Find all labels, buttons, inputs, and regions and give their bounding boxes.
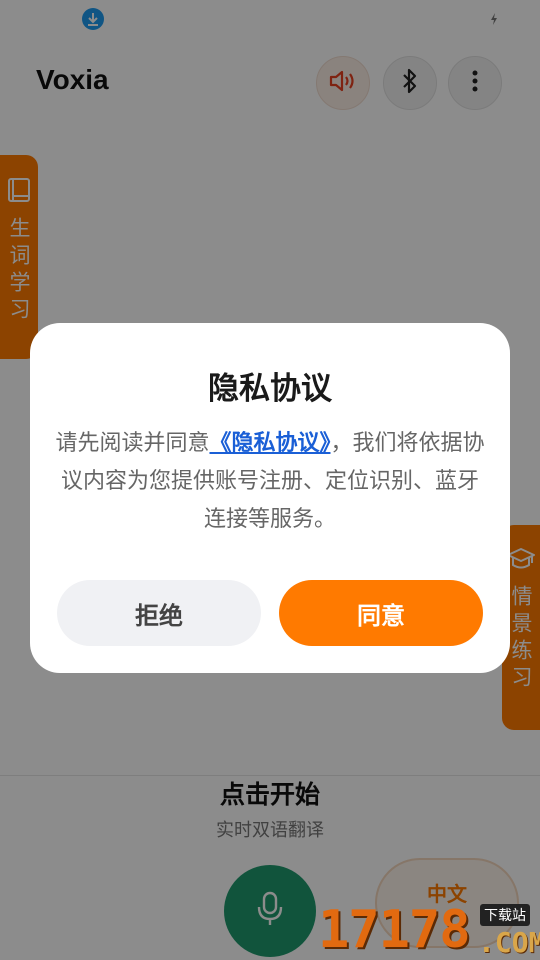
watermark-number: 17178 [318, 900, 471, 960]
dialog-title: 隐私协议 [208, 371, 332, 407]
watermark-domain: .COM [478, 926, 540, 959]
reject-button[interactable]: 拒绝 [57, 580, 261, 646]
privacy-dialog: 隐私协议 请先阅读并同意《隐私协议》，我们将依据协议内容为您提供账号注册、定位识… [30, 323, 510, 673]
privacy-policy-link[interactable]: 《隐私协议》 [209, 431, 330, 456]
watermark-tag: 下载站 [480, 904, 530, 926]
dialog-body-intro: 请先阅读并同意 [55, 431, 210, 456]
dialog-body: 请先阅读并同意《隐私协议》，我们将依据协议内容为您提供账号注册、定位识别、蓝牙连… [54, 425, 486, 539]
agree-button[interactable]: 同意 [279, 580, 483, 646]
watermark: 17178 下载站 .COM [318, 900, 540, 960]
